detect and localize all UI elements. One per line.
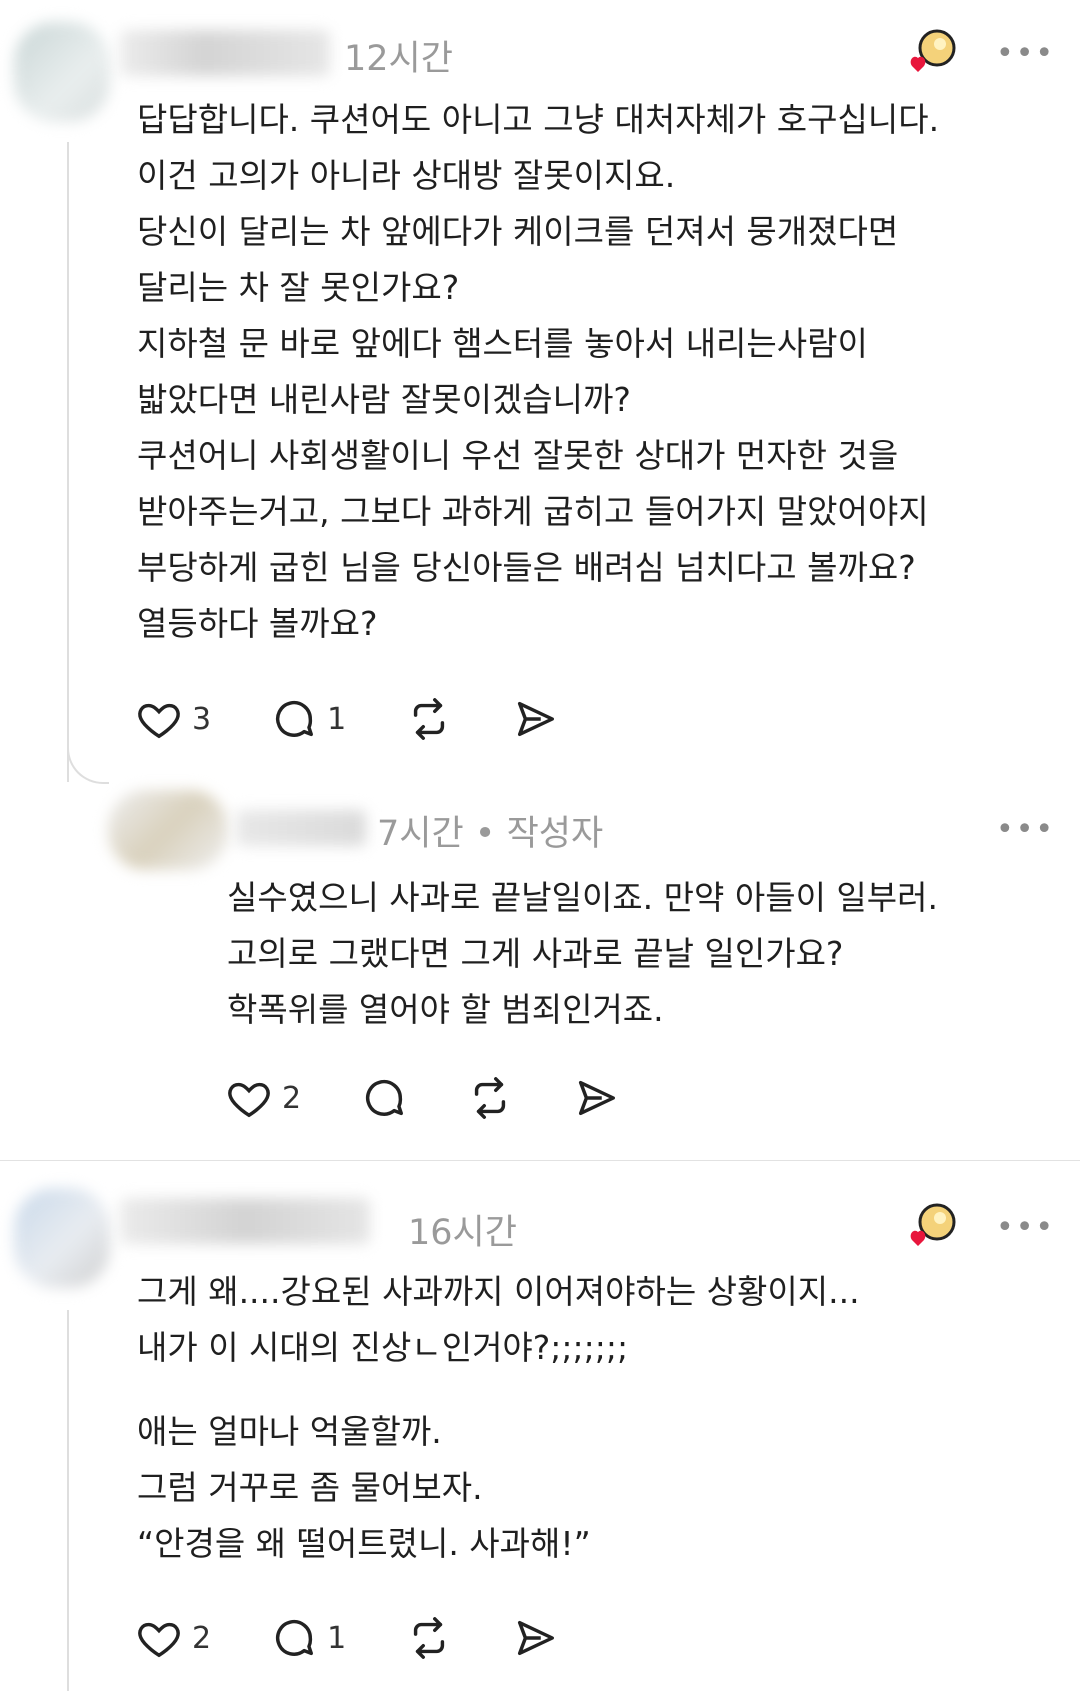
liked-by-author-badge <box>910 1203 956 1246</box>
share-button[interactable] <box>512 696 558 742</box>
avatar-blurred[interactable] <box>14 1188 110 1288</box>
reply-count: 1 <box>327 1620 347 1656</box>
comment-text: 그게 왜....강요된 사과까지 이어져야하는 상황이지... 내가 이 시대의… <box>137 1272 860 1367</box>
share-button[interactable] <box>512 1615 558 1661</box>
like-button[interactable]: 2 <box>226 1075 301 1121</box>
reply-button[interactable] <box>361 1075 407 1121</box>
comment-actions: 2 <box>226 1074 679 1122</box>
repost-icon <box>414 698 445 740</box>
share-icon <box>518 1620 555 1656</box>
repost-button[interactable] <box>467 1075 513 1121</box>
like-count: 2 <box>192 1620 212 1656</box>
heart-icon <box>138 1622 180 1658</box>
avatar-blurred[interactable] <box>14 22 110 122</box>
comment-actions: 3 1 <box>136 695 618 743</box>
username-blurred[interactable] <box>120 1198 370 1244</box>
reply-count: 1 <box>327 701 347 737</box>
username-blurred[interactable] <box>120 30 330 76</box>
repost-button[interactable] <box>406 696 452 742</box>
like-count: 2 <box>282 1080 302 1116</box>
share-icon <box>518 701 555 737</box>
heart-icon <box>138 703 180 739</box>
comment-time: 16시간 <box>408 1213 517 1253</box>
heart-icon <box>228 1082 270 1118</box>
comment-text: 답답합니다. 쿠션어도 아니고 그냥 대처자체가 호구십니다. 이건 고의가 아… <box>137 100 940 643</box>
thread-curve <box>67 742 109 784</box>
thread-line <box>67 142 69 782</box>
comment-icon <box>276 1619 314 1656</box>
more-icon[interactable]: ••• <box>996 812 1055 847</box>
reply-button[interactable]: 1 <box>271 696 346 742</box>
comment-text: 애는 얼마나 억울할까. 그럼 거꾸로 좀 물어보자. “안경을 왜 떨어트렸니… <box>137 1412 591 1563</box>
share-button[interactable] <box>573 1075 619 1121</box>
username-blurred[interactable] <box>236 810 366 846</box>
comment-text: 실수였으니 사과로 끝날일이죠. 만약 아들이 일부러. 고의로 그랬다면 그게… <box>227 878 938 1029</box>
reply-button[interactable]: 1 <box>271 1615 346 1661</box>
like-count: 3 <box>192 701 212 737</box>
share-icon <box>579 1080 616 1116</box>
repost-icon <box>474 1077 506 1119</box>
like-button[interactable]: 3 <box>136 696 211 742</box>
comment-divider <box>0 1160 1080 1161</box>
like-button[interactable]: 2 <box>136 1615 211 1661</box>
repost-button[interactable] <box>406 1615 452 1661</box>
comment-icon <box>366 1079 404 1116</box>
avatar-blurred[interactable] <box>108 790 228 870</box>
more-icon[interactable]: ••• <box>996 1210 1055 1245</box>
repost-icon <box>414 1617 445 1659</box>
comment-icon <box>276 700 314 737</box>
more-icon[interactable]: ••• <box>996 36 1055 71</box>
comment-actions: 2 1 <box>136 1614 618 1662</box>
comment-time: 7시간 • 작성자 <box>377 814 604 854</box>
liked-by-author-badge <box>910 29 956 72</box>
comment-time: 12시간 <box>344 39 453 79</box>
thread-line <box>67 1310 69 1691</box>
